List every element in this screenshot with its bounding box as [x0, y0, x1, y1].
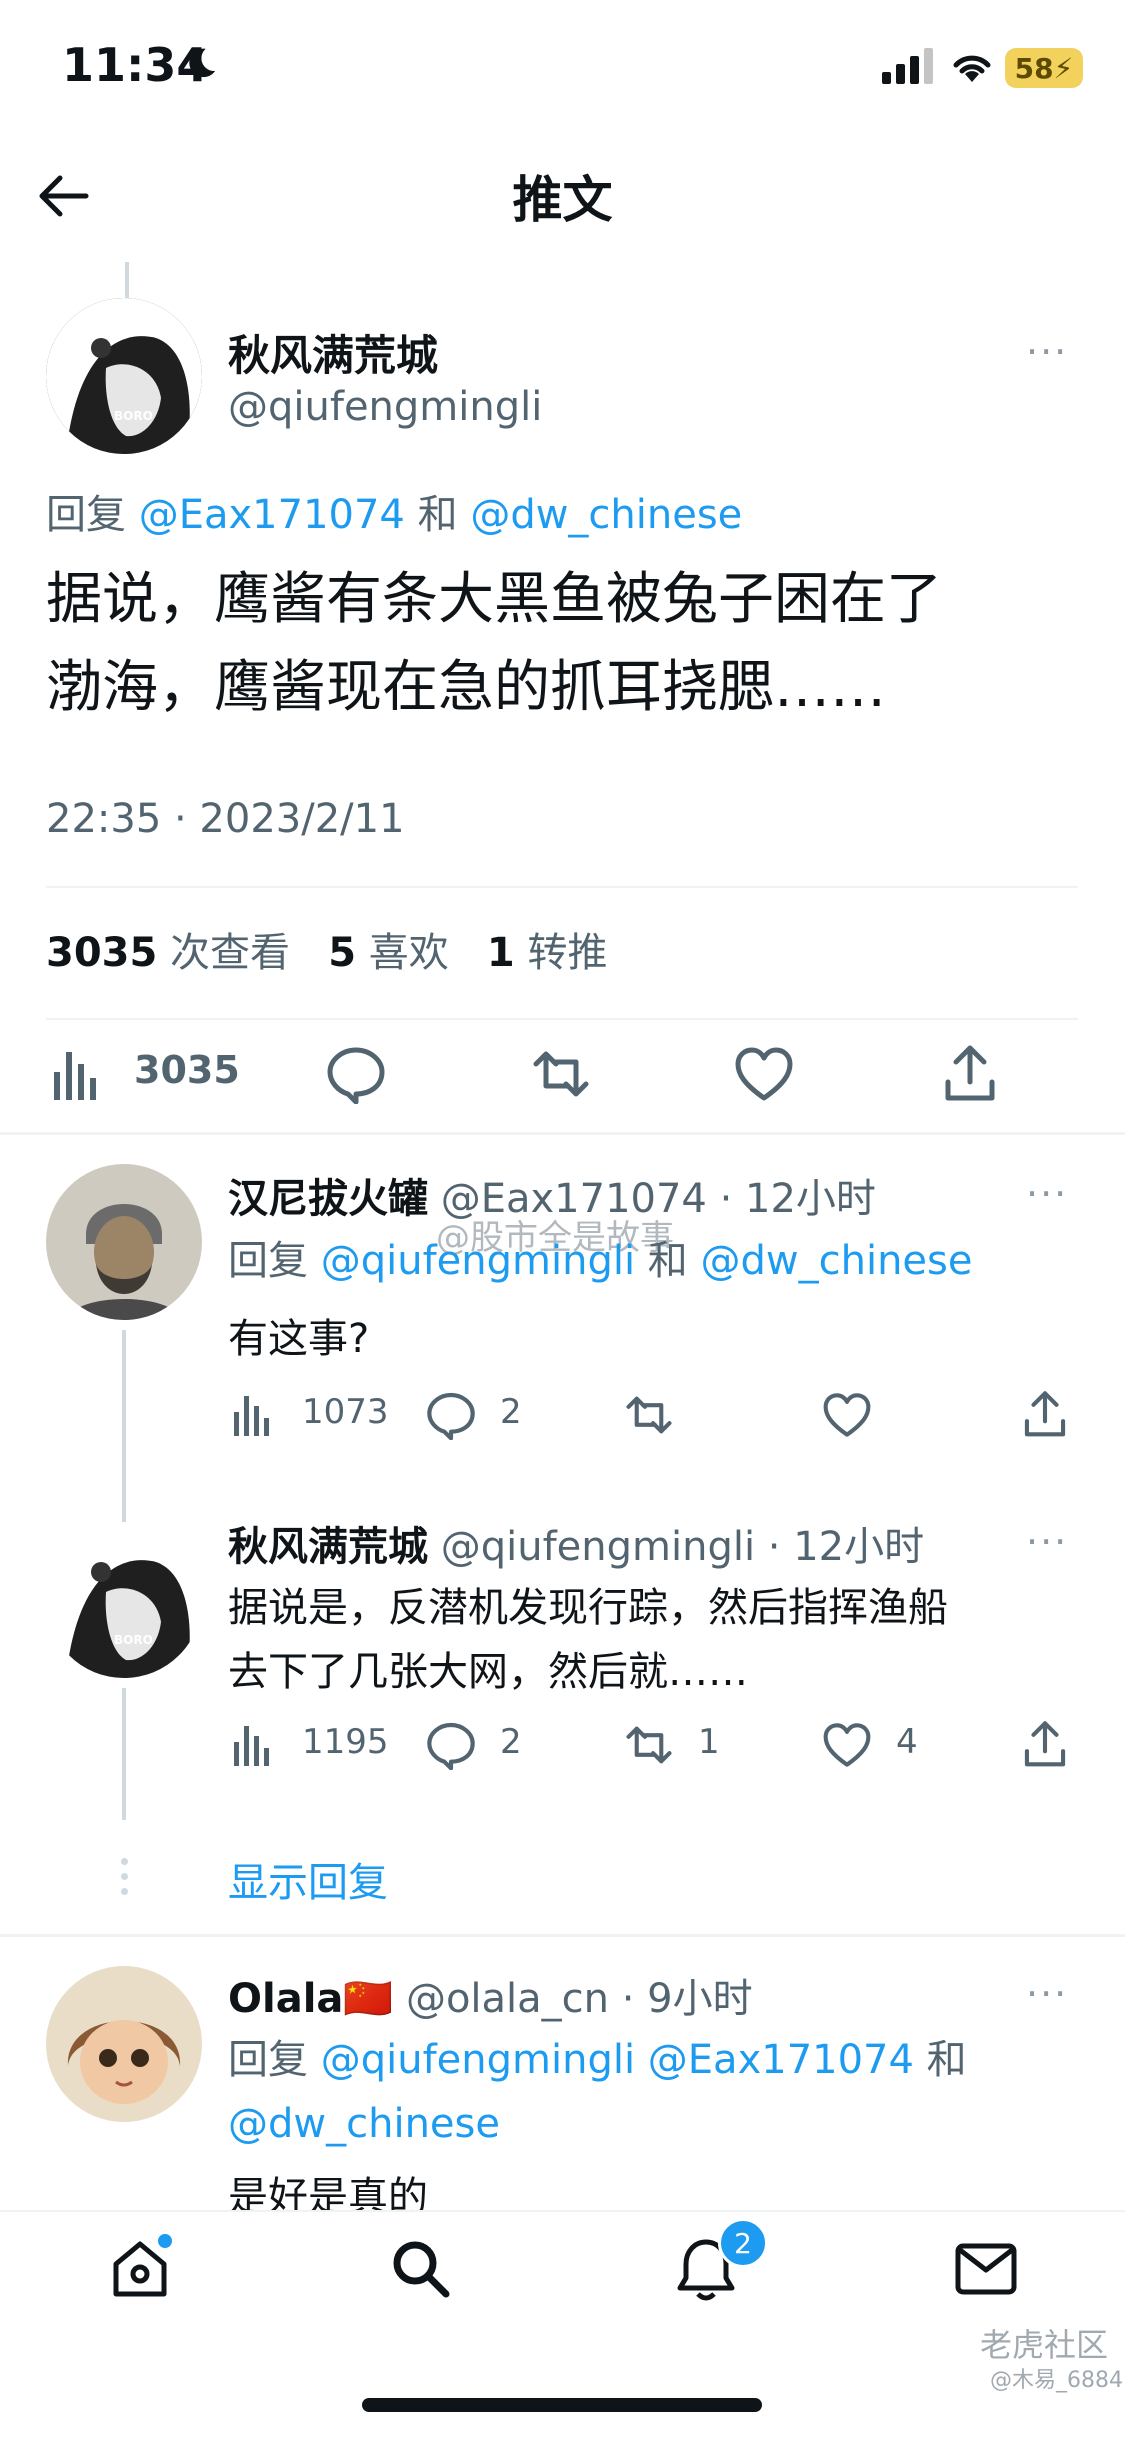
comment-count: 2 [500, 1392, 522, 1432]
more-options-icon[interactable]: ··· [1026, 1520, 1068, 1564]
reply-and: 和 [417, 492, 458, 538]
comment-count: 2 [500, 1722, 522, 1762]
reply-author-name[interactable]: Olala [228, 1976, 343, 2022]
reply-author-handle[interactable]: @qiufengmingli [441, 1524, 755, 1570]
share-icon[interactable] [942, 1042, 998, 1102]
like-icon[interactable] [822, 1722, 872, 1768]
reply-and: 和 [647, 1238, 688, 1284]
reply-context: 回复 @qiufengmingli 和 @dw_chinese [228, 1228, 972, 1286]
reply-avatar[interactable] [46, 1164, 202, 1320]
watermark-corner: 老虎社区 [980, 2326, 1109, 2364]
reply-prefix: 回复 [46, 492, 126, 538]
retweet-count: 1 [698, 1722, 720, 1762]
views-label: 次查看 [170, 930, 291, 976]
views-count: 1073 [302, 1392, 389, 1432]
thread-connector [125, 262, 129, 298]
reply-icon[interactable] [326, 1044, 386, 1104]
views-count: 3035 [46, 930, 158, 976]
like-icon[interactable] [734, 1046, 794, 1102]
reply-avatar[interactable] [46, 1966, 202, 2122]
reply-text-line: 据说是，反潜机发现行踪，然后指挥渔船 [228, 1585, 948, 1631]
reply-icon[interactable] [426, 1390, 476, 1440]
views-count: 1195 [302, 1722, 389, 1762]
analytics-icon[interactable] [52, 1046, 100, 1100]
reply-and: 和 [926, 2037, 967, 2083]
svg-text:BORO: BORO [114, 409, 153, 423]
tweet-timestamp: 22:35 · 2023/2/11 [46, 796, 405, 842]
reply-avatar[interactable]: BORO [46, 1522, 202, 1678]
reply-mention-link[interactable]: @qiufengmingli [321, 1238, 635, 1284]
section-divider [0, 1934, 1125, 1937]
analytics-icon[interactable] [232, 1392, 272, 1436]
retweet-icon[interactable] [528, 1046, 594, 1102]
reply-mention-link[interactable]: @Eax171074 [648, 2037, 914, 2083]
thread-line [122, 1688, 126, 1820]
more-options-icon[interactable]: ··· [1026, 330, 1068, 374]
divider [46, 886, 1078, 888]
share-icon[interactable] [1022, 1388, 1068, 1438]
home-indicator [362, 2398, 762, 2412]
notifications-badge-count: 2 [734, 2226, 752, 2260]
reply-header: Olala🇨🇳 @olala_cn · 9小时 [228, 1966, 753, 2024]
reply-time[interactable]: · 9小时 [622, 1976, 753, 2022]
svg-text:BORO: BORO [114, 1633, 153, 1647]
share-icon[interactable] [1022, 1718, 1068, 1768]
analytics-count: 3035 [134, 1048, 240, 1092]
retweet-icon[interactable] [622, 1722, 676, 1768]
likes-count[interactable]: 5 [328, 930, 356, 976]
retweets-count[interactable]: 1 [487, 930, 515, 976]
tweet-text: 据说，鹰酱有条大黑鱼被兔子困在了 渤海，鹰酱现在急的抓耳挠腮…… [46, 556, 1086, 732]
reply-text: 据说是，反潜机发现行踪，然后指挥渔船 去下了几张大网，然后就…… [228, 1576, 948, 1704]
reply-text-line: 去下了几张大网，然后就…… [228, 1649, 748, 1695]
reply-context: 回复 @qiufengmingli @Eax171074 和 @dw_chine… [228, 2028, 1088, 2156]
divider [46, 1018, 1078, 1020]
reply-prefix: 回复 [228, 1238, 308, 1284]
wifi-icon [953, 55, 991, 82]
show-replies-link[interactable]: 显示回复 [228, 1850, 388, 1908]
reply-context: 回复 @Eax171074 和 @dw_chinese [46, 482, 742, 540]
reply-header: 秋风满荒城 @qiufengmingli · 12小时 [228, 1514, 924, 1572]
notifications-badge: 2 [718, 2218, 768, 2268]
like-count: 4 [896, 1722, 918, 1762]
section-divider [0, 1132, 1125, 1135]
thread-dots [118, 1858, 130, 1895]
reply-time[interactable]: · 12小时 [720, 1176, 876, 1222]
flag-emoji: 🇨🇳 [343, 1976, 394, 2022]
battery-indicator: 58 ⚡ [1005, 48, 1083, 88]
reply-text: 有这事? [228, 1316, 370, 1362]
like-icon[interactable] [822, 1392, 872, 1438]
page-title: 推文 [512, 171, 613, 229]
reply-time[interactable]: · 12小时 [768, 1524, 924, 1570]
reply-mention-link[interactable]: @dw_chinese [470, 492, 742, 538]
tweet-text-line: 渤海，鹰酱现在急的抓耳挠腮…… [46, 655, 886, 720]
reply-mention-link[interactable]: @Eax171074 [139, 492, 405, 538]
reply-icon[interactable] [426, 1720, 476, 1770]
engagement-stats: 3035 次查看 5 喜欢 1 转推 [46, 920, 607, 978]
moon-icon [189, 48, 216, 78]
reply-author-name[interactable]: 秋风满荒城 [228, 1524, 428, 1570]
watermark-sub: @木易_6884 [990, 2368, 1123, 2393]
battery-level: 58 [1014, 51, 1054, 85]
reply-author-handle[interactable]: @olala_cn [406, 1976, 609, 2022]
home-unread-dot [158, 2234, 172, 2248]
reply-prefix: 回复 [228, 2037, 308, 2083]
search-icon[interactable] [388, 2236, 452, 2300]
author-avatar[interactable]: BORO [46, 298, 202, 454]
likes-label[interactable]: 喜欢 [369, 930, 449, 976]
tweet-text-line: 据说，鹰酱有条大黑鱼被兔子困在了 [46, 567, 942, 632]
more-options-icon[interactable]: ··· [1026, 1172, 1068, 1216]
retweets-label[interactable]: 转推 [527, 930, 607, 976]
author-handle[interactable]: @qiufengmingli [228, 384, 542, 430]
messages-icon[interactable] [954, 2242, 1018, 2296]
thread-line [122, 1330, 126, 1526]
reply-mention-link[interactable]: @dw_chinese [701, 1238, 973, 1284]
reply-mention-link[interactable]: @qiufengmingli [321, 2037, 635, 2083]
author-name[interactable]: 秋风满荒城 [228, 322, 438, 383]
more-options-icon[interactable]: ··· [1026, 1972, 1068, 2016]
analytics-icon[interactable] [232, 1722, 272, 1766]
reply-mention-link[interactable]: @dw_chinese [228, 2101, 500, 2147]
reply-author-name[interactable]: 汉尼拔火罐 [228, 1176, 428, 1222]
retweet-icon[interactable] [622, 1392, 676, 1438]
cellular-signal-icon [882, 48, 933, 84]
